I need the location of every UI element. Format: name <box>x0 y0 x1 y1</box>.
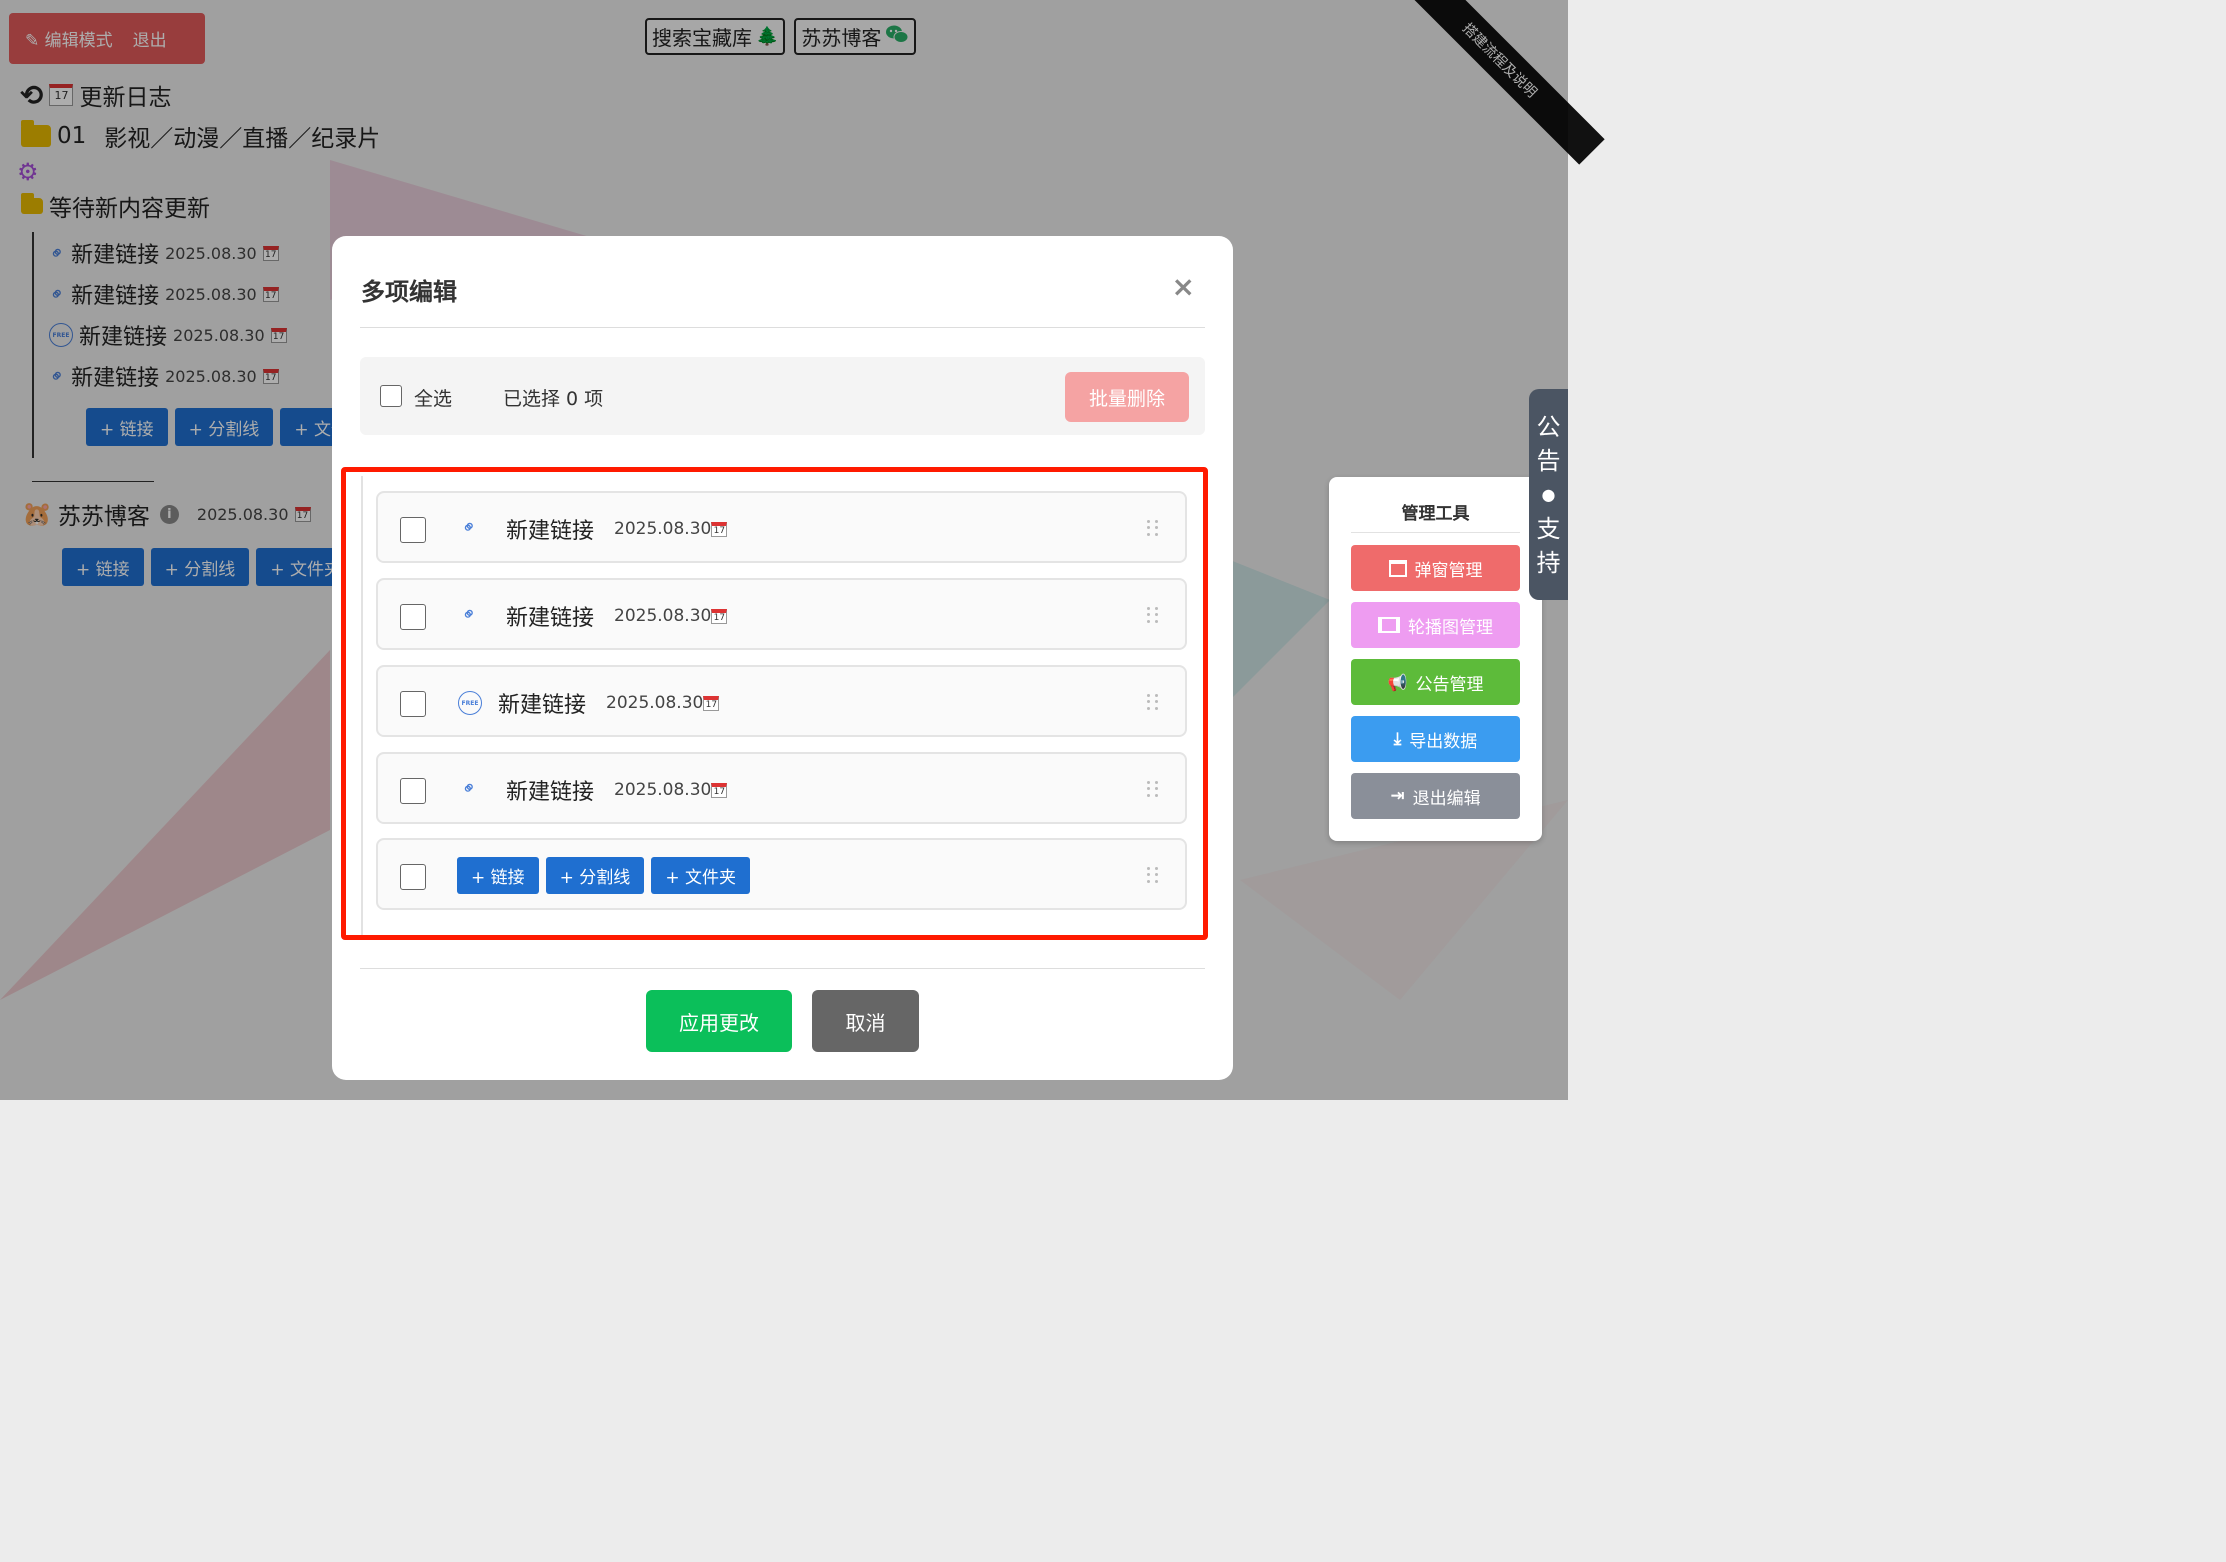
item-title: 新建链接 <box>506 780 595 805</box>
button-label: 退出编辑 <box>1412 788 1481 809</box>
button-label: 导出数据 <box>1409 731 1478 752</box>
megaphone-icon: 📢 <box>1387 672 1408 692</box>
close-icon[interactable]: × <box>1172 270 1195 303</box>
calendar-icon: 17 <box>711 608 728 624</box>
notice-support-tab[interactable]: 公 告 ● 支 持 <box>1529 389 1568 600</box>
list-item[interactable]: ⚭ 新建链接 2025.08.30 17 <box>376 491 1187 563</box>
divider <box>1351 532 1520 533</box>
multi-edit-modal: 多项编辑 × 全选 已选择 0 项 批量删除 ⚭ 新建链接 2025.08.30… <box>332 236 1233 1080</box>
select-toolbar: 全选 已选择 0 项 批量删除 <box>360 357 1205 435</box>
item-date-text: 2025.08.30 <box>614 780 712 800</box>
item-title: 新建链接 <box>506 519 595 544</box>
export-data-button[interactable]: ⤓ 导出数据 <box>1351 716 1520 762</box>
drag-handle-icon[interactable] <box>1147 607 1159 623</box>
drag-handle-icon[interactable] <box>1147 520 1159 536</box>
item-list: ⚭ 新建链接 2025.08.30 17 ⚭ 新建链接 2025.08.30 17 … <box>361 476 1205 935</box>
item-date: 2025.08.30 17 <box>614 606 728 626</box>
film-icon <box>1378 617 1400 633</box>
list-item[interactable]: ⚭ 新建链接 2025.08.30 17 <box>376 578 1187 650</box>
calendar-icon: 17 <box>711 782 728 798</box>
divider <box>360 968 1205 969</box>
notice-dot: ● <box>1541 484 1556 504</box>
add-row-buttons: + 链接 + 分割线 + 文件夹 <box>457 857 750 894</box>
drag-handle-icon[interactable] <box>1147 694 1159 710</box>
item-checkbox[interactable] <box>400 778 426 804</box>
window-icon <box>1388 559 1407 577</box>
notice-manage-button[interactable]: 📢 公告管理 <box>1351 659 1520 705</box>
item-checkbox[interactable] <box>400 864 426 890</box>
list-item[interactable]: ⚭ 新建链接 2025.08.30 17 <box>376 752 1187 824</box>
drag-handle-icon[interactable] <box>1147 781 1159 797</box>
add-row-item[interactable]: + 链接 + 分割线 + 文件夹 <box>376 838 1187 910</box>
link-icon: ⚭ <box>456 514 483 541</box>
add-folder-button[interactable]: + 文件夹 <box>651 857 750 894</box>
admin-tools-panel: 管理工具 弹窗管理 轮播图管理 📢 公告管理 ⤓ 导出数据 ⇥ 退出编辑 <box>1329 477 1542 841</box>
notice-char: 公 <box>1536 412 1561 441</box>
divider <box>360 327 1205 328</box>
select-all-checkbox[interactable] <box>380 385 402 407</box>
button-label: 公告管理 <box>1415 674 1484 695</box>
item-date-text: 2025.08.30 <box>614 519 712 539</box>
free-icon: FREE <box>458 691 482 715</box>
download-icon: ⤓ <box>1393 729 1402 749</box>
select-all-label[interactable]: 全选 <box>414 384 452 411</box>
list-scroll-track <box>361 476 363 935</box>
notice-char: 告 <box>1536 446 1561 475</box>
sign-out-icon: ⇥ <box>1390 786 1405 806</box>
apply-changes-button[interactable]: 应用更改 <box>646 990 792 1052</box>
notice-char: 持 <box>1536 548 1561 577</box>
item-date: 2025.08.30 17 <box>614 519 728 539</box>
selected-count: 已选择 0 项 <box>503 388 604 410</box>
item-date-text: 2025.08.30 <box>614 606 712 626</box>
item-checkbox[interactable] <box>400 691 426 717</box>
link-icon: ⚭ <box>456 775 483 802</box>
admin-tools-title: 管理工具 <box>1401 504 1470 524</box>
item-title: 新建链接 <box>498 693 587 718</box>
drag-handle-icon[interactable] <box>1147 867 1159 883</box>
list-item[interactable]: FREE 新建链接 2025.08.30 17 <box>376 665 1187 737</box>
add-divider-button[interactable]: + 分割线 <box>545 857 645 894</box>
item-date: 2025.08.30 17 <box>606 693 720 713</box>
calendar-icon: 17 <box>711 521 728 537</box>
item-date: 2025.08.30 17 <box>614 780 728 800</box>
calendar-icon: 17 <box>703 695 720 711</box>
item-date-text: 2025.08.30 <box>606 693 704 713</box>
item-checkbox[interactable] <box>400 517 426 543</box>
link-icon: ⚭ <box>456 601 483 628</box>
batch-delete-button[interactable]: 批量删除 <box>1065 372 1189 422</box>
item-checkbox[interactable] <box>400 604 426 630</box>
button-label: 弹窗管理 <box>1414 560 1483 581</box>
exit-edit-button[interactable]: ⇥ 退出编辑 <box>1351 773 1520 819</box>
notice-char: 支 <box>1536 514 1561 543</box>
add-link-button[interactable]: + 链接 <box>457 857 539 894</box>
item-title: 新建链接 <box>506 606 595 631</box>
carousel-manage-button[interactable]: 轮播图管理 <box>1351 602 1520 648</box>
cancel-button[interactable]: 取消 <box>812 990 919 1052</box>
button-label: 轮播图管理 <box>1408 617 1493 638</box>
popup-manage-button[interactable]: 弹窗管理 <box>1351 545 1520 591</box>
modal-title: 多项编辑 <box>361 278 457 306</box>
